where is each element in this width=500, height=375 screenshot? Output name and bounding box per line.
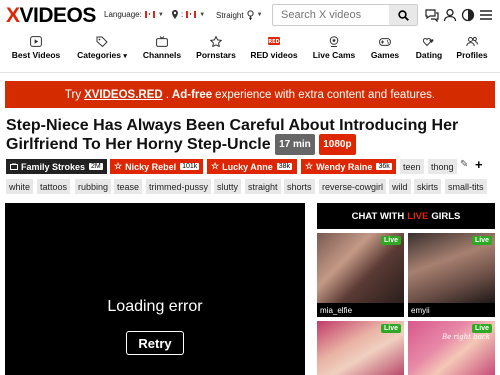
subscriber-count: 36k <box>376 163 392 170</box>
hearts-icon <box>423 37 434 47</box>
model-tag[interactable]: ☆ Wendy Raine 36k <box>301 159 396 174</box>
tag-slutty[interactable]: slutty <box>214 179 242 194</box>
red-badge-icon: RED <box>268 37 280 45</box>
live-badge: Live <box>471 324 492 333</box>
cam-name[interactable]: emyii <box>408 303 495 317</box>
main-nav: Best Videos Categories ▾ Channels Pornst… <box>0 36 500 68</box>
video-player[interactable]: Loading error Retry <box>5 203 305 375</box>
subscriber-count: 101k <box>180 163 200 170</box>
nav-profiles[interactable]: Profiles <box>455 36 489 68</box>
search-input[interactable] <box>273 5 391 25</box>
live-badge: Live <box>380 236 401 245</box>
tag-trimmed-pussy[interactable]: trimmed-pussy <box>146 179 212 194</box>
search-button[interactable] <box>389 5 417 25</box>
language-selector[interactable]: Language: ▼ <box>104 10 164 19</box>
cam-overlay-text: Be right back <box>442 333 490 341</box>
tag-thong[interactable]: thong <box>428 159 457 174</box>
live-badge: Live <box>471 236 492 245</box>
nav-pornstars[interactable]: Pornstars <box>195 36 237 68</box>
search-box <box>272 4 418 26</box>
live-cams-sidebar: CHAT WITH LIVE GIRLS Live mia_elfie Live e… <box>317 203 495 375</box>
orientation-selector[interactable]: Straight ▼ <box>216 10 263 20</box>
nav-red-videos[interactable]: RED RED videos <box>250 36 298 68</box>
quality-badge: 1080p <box>319 134 356 155</box>
nav-dating[interactable]: Dating <box>412 36 446 68</box>
chat-header[interactable]: CHAT WITH LIVE GIRLS <box>317 203 495 229</box>
tag-white[interactable]: white <box>6 179 34 194</box>
subscriber-count: 38k <box>276 163 293 170</box>
tag-teen[interactable]: teen <box>400 159 424 174</box>
tag-tease[interactable]: tease <box>114 179 143 194</box>
nav-divider <box>0 72 500 73</box>
location-selector[interactable]: : ▼ <box>172 10 205 19</box>
add-tag-icon[interactable]: + <box>475 157 483 172</box>
chat-icon[interactable] <box>425 8 439 22</box>
play-icon <box>30 36 42 47</box>
nav-best-videos[interactable]: Best Videos <box>10 36 62 68</box>
gamepad-icon <box>379 38 391 46</box>
tag-straight[interactable]: straight <box>245 179 281 194</box>
live-badge: Live <box>380 324 401 333</box>
cam-thumbnail[interactable]: Live <box>317 233 404 303</box>
star-icon: ☆ <box>211 161 220 171</box>
edit-tags-icon[interactable]: ✎ <box>460 159 468 170</box>
tv-icon <box>156 36 168 47</box>
star-icon: ☆ <box>305 161 314 171</box>
female-symbol-icon <box>246 10 254 20</box>
chevron-down-icon: ▼ <box>157 11 164 18</box>
tag-skirts[interactable]: skirts <box>414 179 441 194</box>
duration-badge: 17 min <box>275 134 315 155</box>
tv-icon <box>10 163 18 170</box>
dark-mode-icon[interactable] <box>461 8 475 22</box>
search-icon <box>397 9 409 21</box>
cam-thumbnail[interactable]: Live Be right back <box>408 321 495 375</box>
location-pin-icon <box>172 10 178 19</box>
chevron-down-icon: ▾ <box>123 53 127 60</box>
tag-small-tits[interactable]: small-tits <box>445 179 487 194</box>
language-label: Language: <box>104 10 142 19</box>
nav-live-cams[interactable]: Live Cams <box>312 36 356 68</box>
subscriber-count: 2M <box>89 163 103 170</box>
model-tag[interactable]: ☆ Nicky Rebel 101k <box>110 159 203 174</box>
star-icon <box>210 36 222 47</box>
star-icon: ☆ <box>114 161 123 171</box>
svg-text:RED: RED <box>268 39 279 45</box>
retry-button[interactable]: Retry <box>126 331 184 355</box>
red-promo-banner[interactable]: Try XVIDEOS.RED. Ad-free experience with… <box>5 81 495 108</box>
video-title-block: Step-Niece Has Always Been Careful About… <box>6 116 476 157</box>
cam-name[interactable]: mia_elfie <box>317 303 404 317</box>
canada-flag-icon <box>186 11 197 18</box>
nav-games[interactable]: Games <box>368 36 402 68</box>
video-title: Step-Niece Has Always Been Careful About… <box>6 117 459 153</box>
cam-thumbnail[interactable]: Live <box>317 321 404 375</box>
canada-flag-icon <box>144 11 155 18</box>
model-tag[interactable]: ☆ Lucky Anne 38k <box>207 159 297 174</box>
nav-channels[interactable]: Channels <box>142 36 182 68</box>
top-bar: XVIDEOS Language: ▼ : ▼ Straight ▼ <box>0 0 500 32</box>
orientation-label: Straight <box>216 10 244 20</box>
webcam-icon <box>329 36 339 47</box>
tag-icon <box>96 36 108 47</box>
xvideos-red-link[interactable]: XVIDEOS.RED <box>84 89 163 101</box>
channel-tag[interactable]: Family Strokes 2M <box>6 159 107 174</box>
menu-icon[interactable] <box>479 8 493 22</box>
tag-shorts[interactable]: shorts <box>284 179 315 194</box>
tag-reverse-cowgirl[interactable]: reverse-cowgirl <box>319 179 387 194</box>
chevron-down-icon: ▼ <box>256 12 263 18</box>
chevron-down-icon: ▼ <box>199 11 206 18</box>
tag-rubbing[interactable]: rubbing <box>75 179 112 194</box>
nav-categories[interactable]: Categories ▾ <box>74 36 130 68</box>
loading-error-text: Loading error <box>107 298 203 315</box>
user-icon[interactable] <box>443 8 457 22</box>
tag-wild[interactable]: wild <box>389 179 411 194</box>
profiles-icon <box>466 36 478 47</box>
site-logo[interactable]: XVIDEOS <box>6 4 96 28</box>
tag-tattoos[interactable]: tattoos <box>37 179 71 194</box>
location-label: : <box>181 10 184 19</box>
cam-thumbnail[interactable]: Live <box>408 233 495 303</box>
